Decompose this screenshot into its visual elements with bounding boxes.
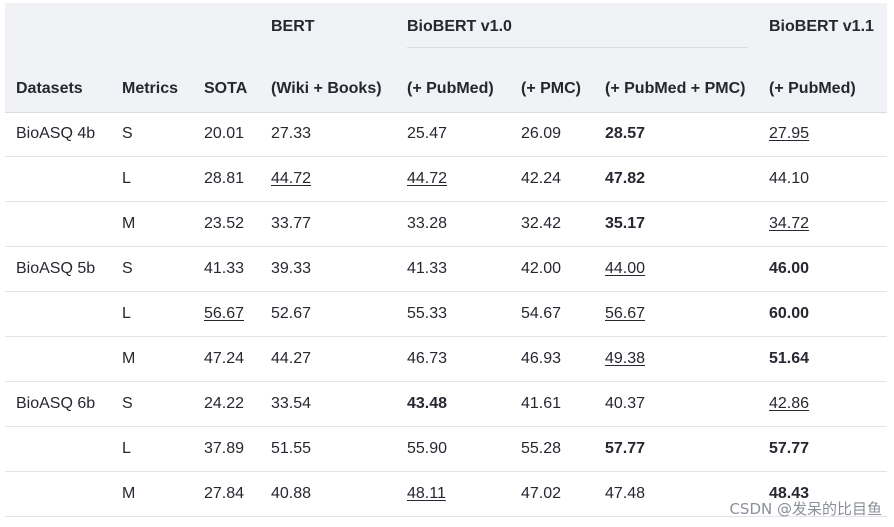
table-cell: L (122, 170, 131, 187)
table-cell: 32.42 (521, 215, 562, 232)
table-cell: 55.90 (407, 440, 448, 457)
column-header: Metrics (122, 80, 179, 97)
table-cell: BioASQ 6b (16, 395, 96, 412)
table-cell: 28.57 (605, 125, 646, 142)
column-header: (Wiki + Books) (271, 80, 382, 97)
table-cell: 52.67 (271, 305, 312, 322)
table-cell: 42.86 (769, 395, 810, 412)
table-cell: 35.17 (605, 215, 646, 232)
table-cell: M (122, 350, 136, 367)
table-cell: 47.82 (605, 170, 646, 187)
table-cell: 41.61 (521, 395, 562, 412)
table-cell: BioASQ 5b (16, 260, 96, 277)
table-cell: 56.67 (605, 305, 646, 322)
table-cell: 51.64 (769, 350, 810, 367)
table-cell: 40.88 (271, 485, 312, 502)
watermark: CSDN @发呆的比目鱼 (729, 500, 882, 518)
table-cell: 34.72 (769, 215, 810, 232)
table-cell: 56.67 (204, 305, 245, 322)
column-header: Datasets (16, 80, 83, 97)
table-cell: 20.01 (204, 125, 245, 142)
column-header: (+ PubMed + PMC) (605, 80, 746, 97)
column-header: (+ PubMed) (407, 80, 494, 97)
table-cell: 33.28 (407, 215, 448, 232)
table-cell: 25.47 (407, 125, 448, 142)
table-cell: 37.89 (204, 440, 245, 457)
table-cell: 44.72 (407, 170, 448, 187)
group-header-biobert-v1-1: BioBERT v1.1 (769, 18, 874, 35)
table-cell: 55.28 (521, 440, 562, 457)
table-cell: 41.33 (204, 260, 245, 277)
table-cell: S (122, 260, 133, 277)
column-header: (+ PubMed) (769, 80, 856, 97)
table-cell: 44.27 (271, 350, 312, 367)
table-cell: 33.54 (271, 395, 312, 412)
table-cell: M (122, 485, 136, 502)
table-cell: 47.02 (521, 485, 562, 502)
table-cell: 40.37 (605, 395, 646, 412)
table-cell: 47.24 (204, 350, 245, 367)
table-cell: BioASQ 4b (16, 125, 96, 142)
table-cell: 51.55 (271, 440, 312, 457)
table-cell: 55.33 (407, 305, 448, 322)
table-cell: 47.48 (605, 485, 646, 502)
column-header: (+ PMC) (521, 80, 581, 97)
table-cell: L (122, 440, 131, 457)
table-cell: 27.95 (769, 125, 810, 142)
table-cell: S (122, 395, 133, 412)
group-header-bert: BERT (271, 18, 315, 35)
results-table: BERT BioBERT v1.0 BioBERT v1.1 Datasets M… (5, 3, 887, 517)
table-cell: 27.33 (271, 125, 312, 142)
table-cell: S (122, 125, 133, 142)
group-header-biobert-v1-0: BioBERT v1.0 (407, 18, 512, 35)
table-cell: 23.52 (204, 215, 245, 232)
table-cell: 33.77 (271, 215, 312, 232)
table-cell: M (122, 215, 136, 232)
table-cell: 28.81 (204, 170, 245, 187)
table-cell: 60.00 (769, 305, 810, 322)
table-cell: 26.09 (521, 125, 562, 142)
table-cell: 42.24 (521, 170, 562, 187)
table-cell: L (122, 305, 131, 322)
table-cell: 46.93 (521, 350, 562, 367)
table-cell: 44.10 (769, 170, 810, 187)
table-cell: 24.22 (204, 395, 245, 412)
table-cell: 46.00 (769, 260, 810, 277)
biobert-v1-0-group-divider (407, 47, 748, 48)
table-cell: 42.00 (521, 260, 562, 277)
table-cell: 39.33 (271, 260, 312, 277)
table-cell: 44.72 (271, 170, 312, 187)
table-cell: 27.84 (204, 485, 245, 502)
table-cell: 41.33 (407, 260, 448, 277)
table-cell: 44.00 (605, 260, 646, 277)
column-header: SOTA (204, 80, 248, 97)
table-cell: 54.67 (521, 305, 562, 322)
table-cell: 57.77 (769, 440, 810, 457)
table-cell: 46.73 (407, 350, 448, 367)
table-cell: 48.11 (407, 485, 446, 502)
table-cell: 43.48 (407, 395, 448, 412)
table-cell: 49.38 (605, 350, 646, 367)
table-cell: 57.77 (605, 440, 646, 457)
